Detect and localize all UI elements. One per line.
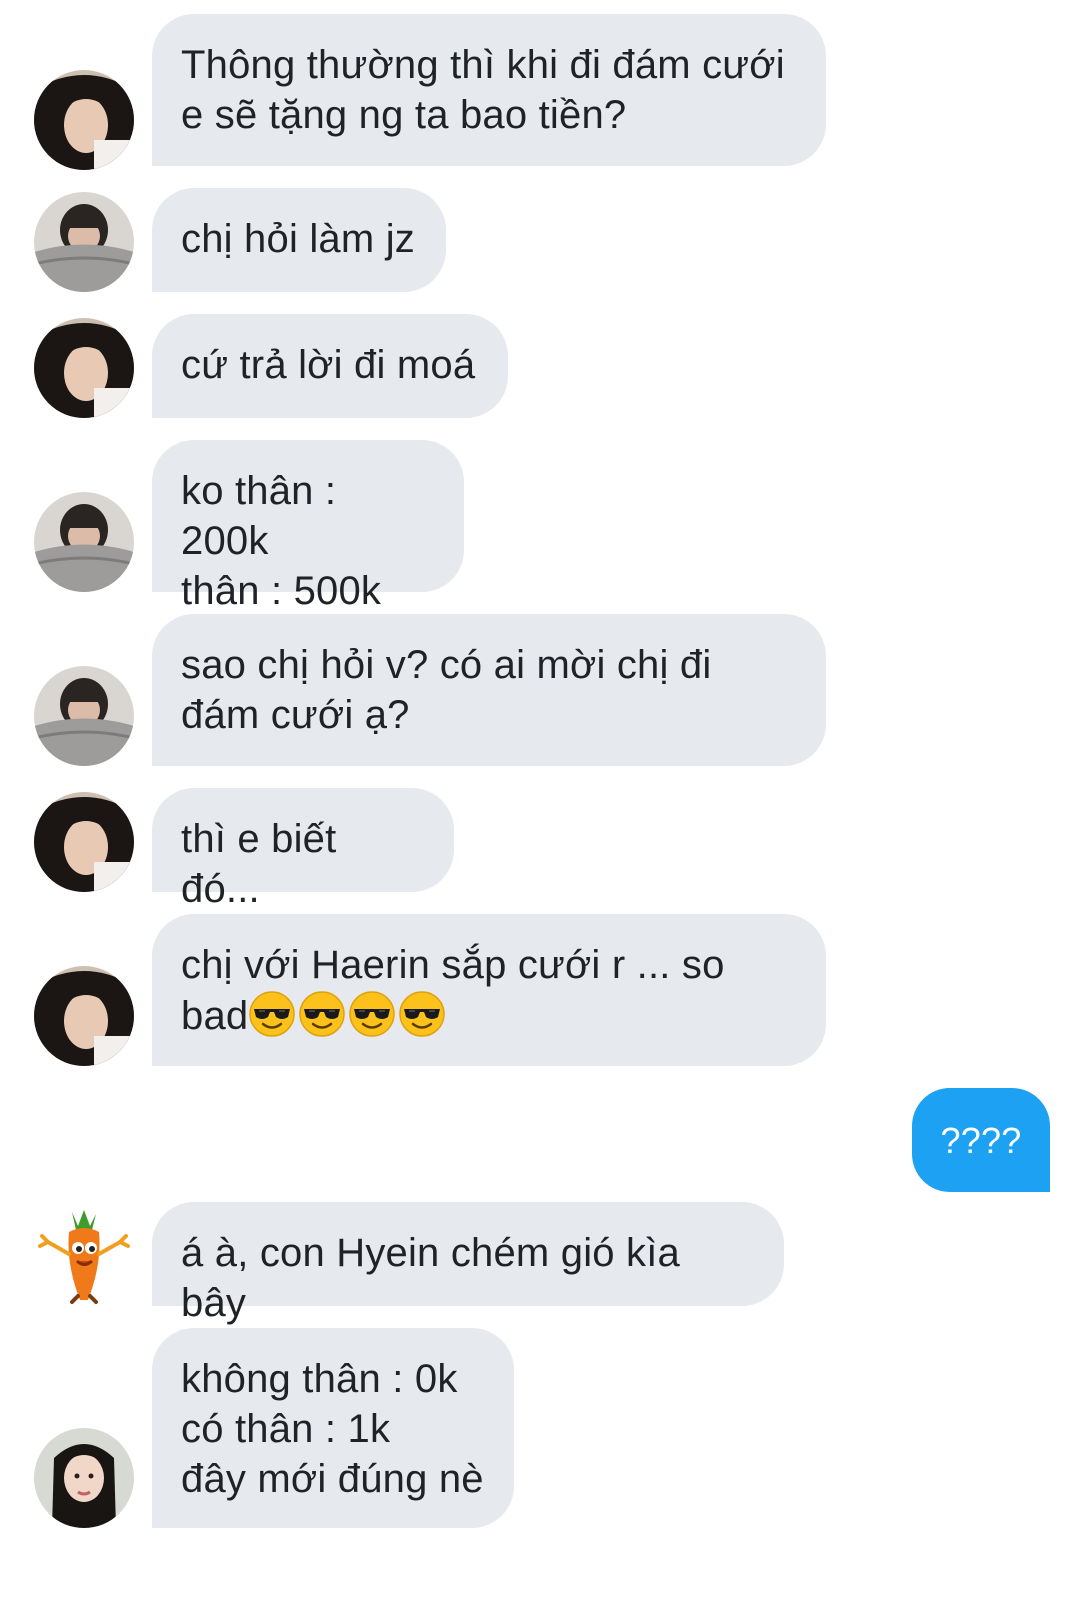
message-thread: Thông thường thì khi đi đám cưới e sẽ tặ…	[0, 0, 1080, 1620]
avatar-girl-dark-hair-icon	[34, 318, 134, 418]
message-row: thì e biết đó...	[0, 788, 1080, 911]
avatar-girl-dark-hair-icon	[34, 966, 134, 1066]
avatar-profile-c[interactable]	[34, 1428, 134, 1528]
message-bubble: ko thân : 200k thân : 500k	[152, 440, 464, 613]
sunglasses-emoji-icon	[298, 990, 346, 1038]
sunglasses-emoji-icon	[248, 990, 296, 1038]
sunglasses-emoji-icon	[348, 990, 396, 1038]
avatar-girl-long-hair-icon	[34, 1428, 134, 1528]
avatar-profile-a[interactable]	[34, 70, 134, 170]
message-row: á à, con Hyein chém gió kìa bây	[0, 1202, 1080, 1325]
message-row: ????	[0, 1088, 1080, 1192]
avatar-girl-blanket-icon	[34, 492, 134, 592]
message-row: Thông thường thì khi đi đám cưới e sẽ tặ…	[0, 14, 1080, 170]
sunglasses-emoji-icon	[398, 990, 446, 1038]
message-row: chị hỏi làm jz	[0, 188, 1080, 292]
avatar-girl-blanket-icon	[34, 192, 134, 292]
avatar-profile-a[interactable]	[34, 318, 134, 418]
avatar-girl-dark-hair-icon	[34, 70, 134, 170]
avatar-profile-a[interactable]	[34, 792, 134, 892]
carrot-mascot-icon	[34, 1204, 134, 1304]
avatar-profile-a[interactable]	[34, 966, 134, 1066]
message-bubble: chị hỏi làm jz	[152, 188, 446, 292]
avatar-girl-blanket-icon	[34, 666, 134, 766]
message-bubble: không thân : 0k có thân : 1k đây mới đún…	[152, 1328, 514, 1528]
avatar-profile-b[interactable]	[34, 192, 134, 292]
outgoing-message-bubble: ????	[912, 1088, 1050, 1192]
message-row: không thân : 0k có thân : 1k đây mới đún…	[0, 1328, 1080, 1528]
message-row: chị với Haerin sắp cưới r ... so bad	[0, 914, 1080, 1066]
avatar-carrot[interactable]	[34, 1204, 134, 1304]
message-bubble: thì e biết đó...	[152, 788, 454, 911]
message-bubble: Thông thường thì khi đi đám cưới e sẽ tặ…	[152, 14, 826, 166]
emoji-group	[248, 991, 448, 1038]
message-row: cứ trả lời đi moá	[0, 314, 1080, 418]
avatar-profile-b[interactable]	[34, 666, 134, 766]
message-bubble: sao chị hỏi v? có ai mời chị đi đám cưới…	[152, 614, 826, 766]
avatar-girl-dark-hair-icon	[34, 792, 134, 892]
avatar-profile-b[interactable]	[34, 492, 134, 592]
message-row: ko thân : 200k thân : 500k	[0, 440, 1080, 613]
message-bubble: chị với Haerin sắp cưới r ... so bad	[152, 914, 826, 1066]
message-bubble: cứ trả lời đi moá	[152, 314, 508, 418]
message-bubble: á à, con Hyein chém gió kìa bây	[152, 1202, 784, 1325]
message-row: sao chị hỏi v? có ai mời chị đi đám cưới…	[0, 614, 1080, 766]
